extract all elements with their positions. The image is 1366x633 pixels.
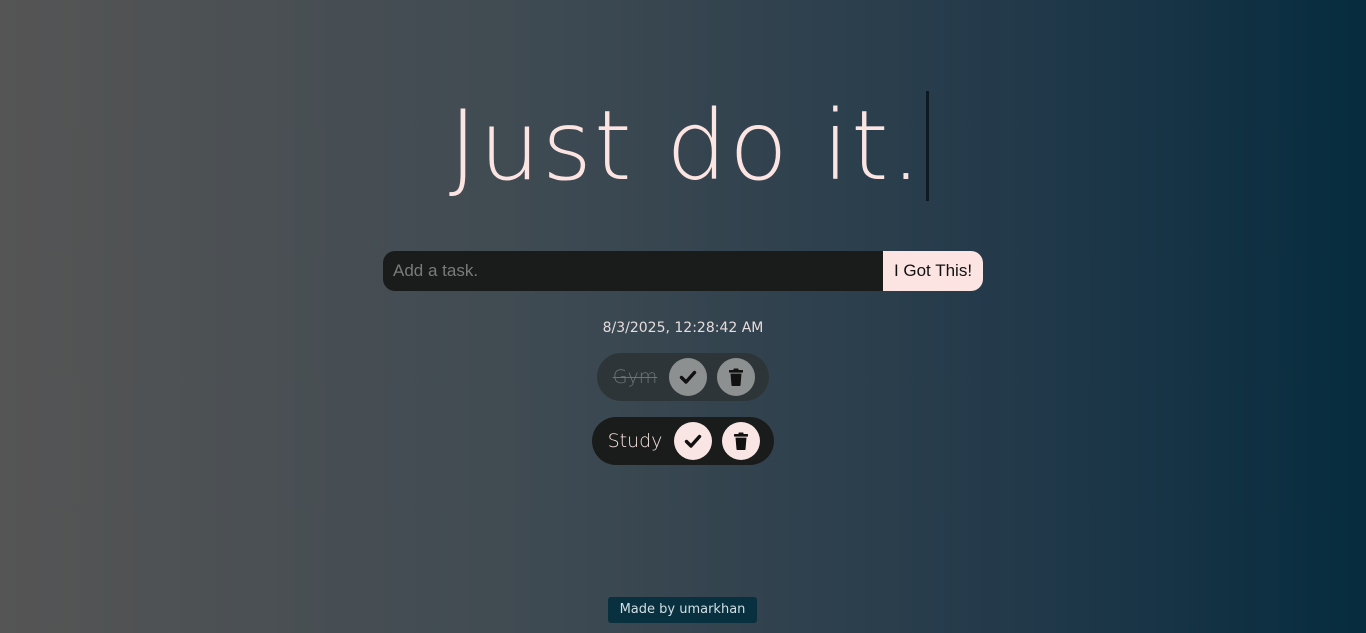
delete-task-button[interactable] <box>717 358 756 396</box>
task-list: Gym Study <box>0 353 1366 465</box>
footer-credit: Made by umarkhan <box>608 597 757 623</box>
delete-task-button[interactable] <box>722 422 761 460</box>
check-icon <box>685 434 702 448</box>
complete-task-button[interactable] <box>674 422 713 460</box>
task-item-gym: Gym <box>596 353 770 401</box>
add-task-button[interactable]: I Got This! <box>883 251 983 291</box>
task-item-study: Study <box>591 417 775 465</box>
task-text: Gym <box>612 366 658 388</box>
trash-icon <box>729 368 744 386</box>
page-title: Just do it. <box>448 88 930 204</box>
task-text: Study <box>607 430 663 452</box>
trash-icon <box>734 432 749 450</box>
add-task-form: I Got This! <box>383 251 983 291</box>
header: Just do it. <box>0 88 1366 204</box>
current-datetime: 8/3/2025, 12:28:42 AM <box>602 320 764 336</box>
complete-task-button[interactable] <box>669 358 708 396</box>
check-icon <box>680 370 697 384</box>
page-title-text: Just do it. <box>448 90 924 202</box>
text-cursor <box>926 91 930 201</box>
task-input[interactable] <box>383 251 883 291</box>
